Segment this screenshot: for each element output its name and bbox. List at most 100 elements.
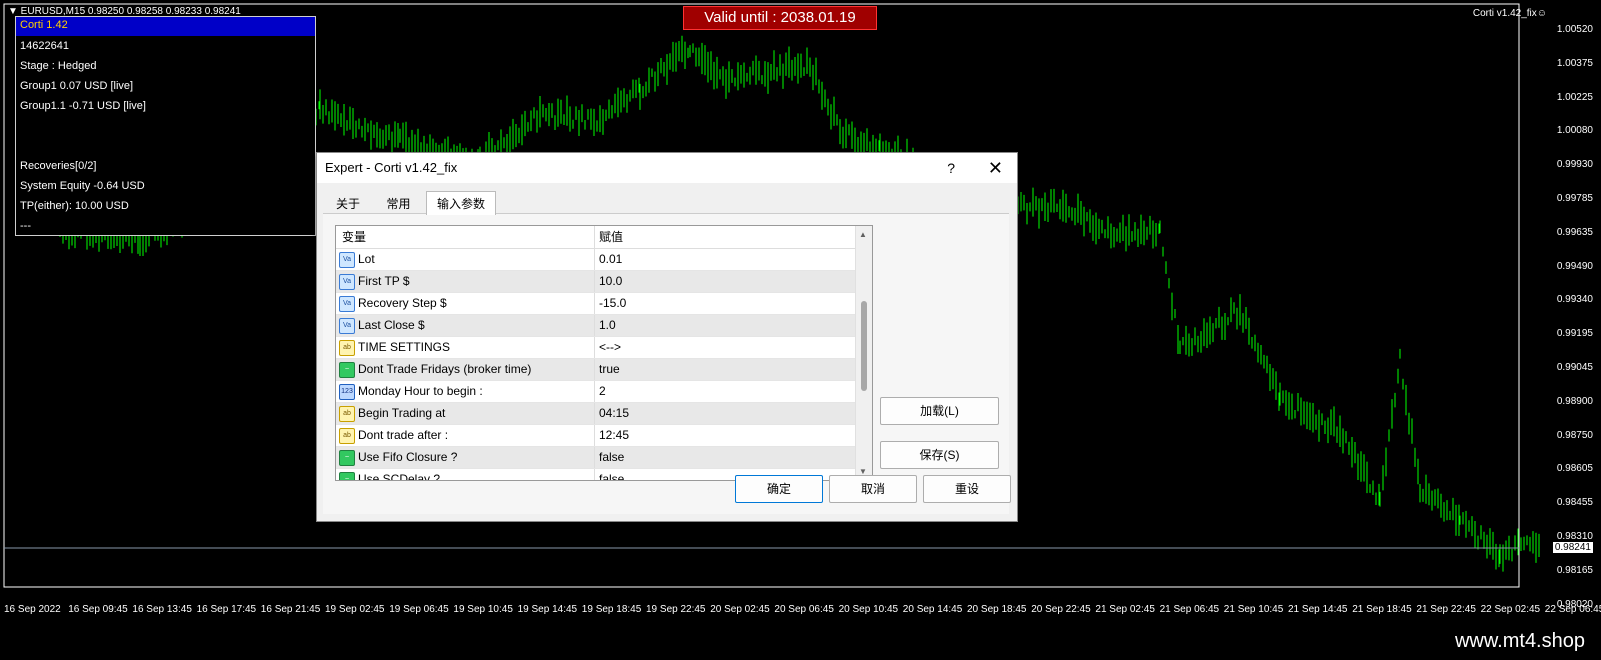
tab-strip: 关于 常用 输入参数 <box>325 191 496 216</box>
time-tick-label: 21 Sep 22:45 <box>1416 604 1476 615</box>
price-tick-label: 1.00375 <box>1556 57 1593 69</box>
input-value[interactable]: 12:45 <box>594 425 852 446</box>
info-row: --- <box>20 220 31 232</box>
input-row[interactable]: Va Lot 0.01 <box>336 249 872 271</box>
price-tick-label: 1.00080 <box>1556 125 1593 137</box>
variable-column-header[interactable]: 变量 <box>336 226 594 248</box>
time-tick-label: 20 Sep 10:45 <box>838 604 899 615</box>
tab-about[interactable]: 关于 <box>325 191 371 216</box>
time-tick-label: 21 Sep 18:45 <box>1352 604 1412 615</box>
time-tick-label: 21 Sep 14:45 <box>1288 604 1348 615</box>
time-tick-label: 21 Sep 02:45 <box>1095 604 1155 615</box>
price-tick-label: 0.99340 <box>1556 294 1593 306</box>
input-variable-name: Dont trade after : <box>358 428 449 442</box>
info-row <box>16 116 315 136</box>
time-tick-label: 19 Sep 14:45 <box>517 604 578 615</box>
input-variable-name: Recovery Step $ <box>358 296 447 310</box>
close-button[interactable]: ✕ <box>988 153 1003 183</box>
input-row[interactable]: 123 Monday Hour to begin :2 <box>336 381 872 403</box>
time-tick-label: 22 Sep 02:45 <box>1480 604 1541 615</box>
time-tick-label: 16 Sep 13:45 <box>132 604 192 615</box>
time-tick-label: 20 Sep 18:45 <box>967 604 1027 615</box>
input-value[interactable]: true <box>594 359 852 380</box>
input-row[interactable]: ~ Use Fifo Closure ? false <box>336 447 872 469</box>
input-variable-name: Last Close $ <box>358 318 425 332</box>
input-variable-name: Use SCDelay ? <box>358 472 441 481</box>
dialog-title-bar[interactable]: Expert - Corti v1.42_fix ? ✕ <box>317 153 1017 183</box>
dialog-title: Expert - Corti v1.42_fix <box>325 160 458 175</box>
tab-common[interactable]: 常用 <box>375 191 421 216</box>
time-tick-label: 19 Sep 06:45 <box>389 604 449 615</box>
current-price-label: 0.98241 <box>1552 542 1593 553</box>
grid-header: 变量 赋值 <box>336 226 872 249</box>
input-row[interactable]: ab TIME SETTINGS <--> <box>336 337 872 359</box>
time-tick-label: 19 Sep 10:45 <box>453 604 513 615</box>
price-tick-label: 0.98310 <box>1556 531 1593 542</box>
input-row[interactable]: ~ Dont Trade Fridays (broker time) true <box>336 359 872 381</box>
time-tick-label: 19 Sep 22:45 <box>646 604 706 615</box>
input-variable-name: TIME SETTINGS <box>358 340 451 354</box>
tab-inputs[interactable]: 输入参数 <box>425 191 496 215</box>
help-button[interactable]: ? <box>947 153 955 183</box>
time-tick-label: 20 Sep 02:45 <box>710 604 770 615</box>
input-row[interactable]: Va First TP $10.0 <box>336 271 872 293</box>
input-value[interactable]: -15.0 <box>594 293 852 314</box>
input-variable-name: Dont Trade Fridays (broker time) <box>358 362 532 376</box>
value-column-header[interactable]: 赋值 <box>594 226 852 248</box>
input-row[interactable]: Va Last Close $1.0 <box>336 315 872 337</box>
input-value[interactable]: 1.0 <box>594 315 852 336</box>
input-value[interactable]: 2 <box>594 381 852 402</box>
time-tick-label: 16 Sep 2022 <box>4 604 61 615</box>
info-row: Group1.1 -0.71 USD [live] <box>20 100 146 112</box>
time-tick-label: 19 Sep 18:45 <box>581 604 642 615</box>
reset-button[interactable]: 重设 <box>923 475 1011 503</box>
price-tick-label: 1.00225 <box>1556 91 1593 103</box>
info-row: 14622641 <box>20 40 69 52</box>
cancel-button[interactable]: 取消 <box>829 475 917 503</box>
grid-scrollbar[interactable]: ▲ ▼ <box>855 226 872 480</box>
price-tick-label: 0.98750 <box>1556 429 1593 441</box>
price-tick-label: 0.98900 <box>1556 395 1593 407</box>
info-row <box>16 136 315 156</box>
scroll-up-icon[interactable]: ▲ <box>859 230 867 239</box>
price-tick-label: 0.99490 <box>1556 260 1593 272</box>
ea-name-label: Corti v1.42_fix☺ <box>1472 8 1547 19</box>
time-tick-label: 16 Sep 21:45 <box>260 604 321 615</box>
price-tick-label: 0.99045 <box>1556 362 1593 373</box>
time-tick-label: 20 Sep 22:45 <box>1031 604 1091 615</box>
input-row[interactable]: Va Recovery Step $ -15.0 <box>336 293 872 315</box>
time-tick-label: 16 Sep 17:45 <box>196 604 257 615</box>
expert-properties-dialog: Expert - Corti v1.42_fix ? ✕ 关于 常用 输入参数 … <box>316 152 1018 522</box>
price-tick-label: 0.99930 <box>1556 159 1593 171</box>
inputs-grid[interactable]: 变量 赋值 Va Lot 0.01 Va First TP $10.0 Va Recover… <box>335 225 873 481</box>
input-variable-name: Begin Trading at <box>358 406 446 420</box>
time-tick-label: 22 Sep 06:45 <box>1544 604 1601 615</box>
price-tick-label: 1.00520 <box>1556 24 1593 35</box>
input-value[interactable]: false <box>594 447 852 468</box>
ok-button[interactable]: 确定 <box>735 475 823 503</box>
price-tick-label: 0.98165 <box>1556 564 1593 576</box>
time-tick-label: 20 Sep 14:45 <box>902 604 963 615</box>
info-row: TP(either): 10.00 USD <box>20 200 129 212</box>
time-tick-label: 20 Sep 06:45 <box>774 604 834 615</box>
save-button[interactable]: 保存(S) <box>880 441 999 469</box>
price-tick-label: 0.99635 <box>1556 226 1593 238</box>
time-tick-label: 16 Sep 09:45 <box>68 604 128 615</box>
info-row: Recoveries[0/2] <box>20 160 97 172</box>
price-tick-label: 0.98605 <box>1556 463 1593 475</box>
input-row[interactable]: ab Begin Trading at 04:15 <box>336 403 872 425</box>
input-value[interactable]: 10.0 <box>594 271 852 292</box>
input-variable-name: First TP $ <box>358 274 410 288</box>
input-value[interactable]: <--> <box>594 337 852 358</box>
info-row: Group1 0.07 USD [live] <box>20 80 134 92</box>
input-value[interactable]: 0.01 <box>594 249 852 270</box>
price-tick-label: 0.98455 <box>1556 497 1593 509</box>
price-tick-label: 0.99785 <box>1556 193 1593 204</box>
ea-info-panel: Corti 1.42 14622641 Stage : Hedged Group… <box>15 16 316 236</box>
input-value[interactable]: 04:15 <box>594 403 852 424</box>
input-variable-name: Monday Hour to begin : <box>358 384 483 398</box>
load-button[interactable]: 加载(L) <box>880 397 999 425</box>
input-row[interactable]: ab Dont trade after :12:45 <box>336 425 872 447</box>
watermark: www.mt4.shop <box>1454 630 1585 652</box>
scroll-thumb[interactable] <box>861 301 867 391</box>
